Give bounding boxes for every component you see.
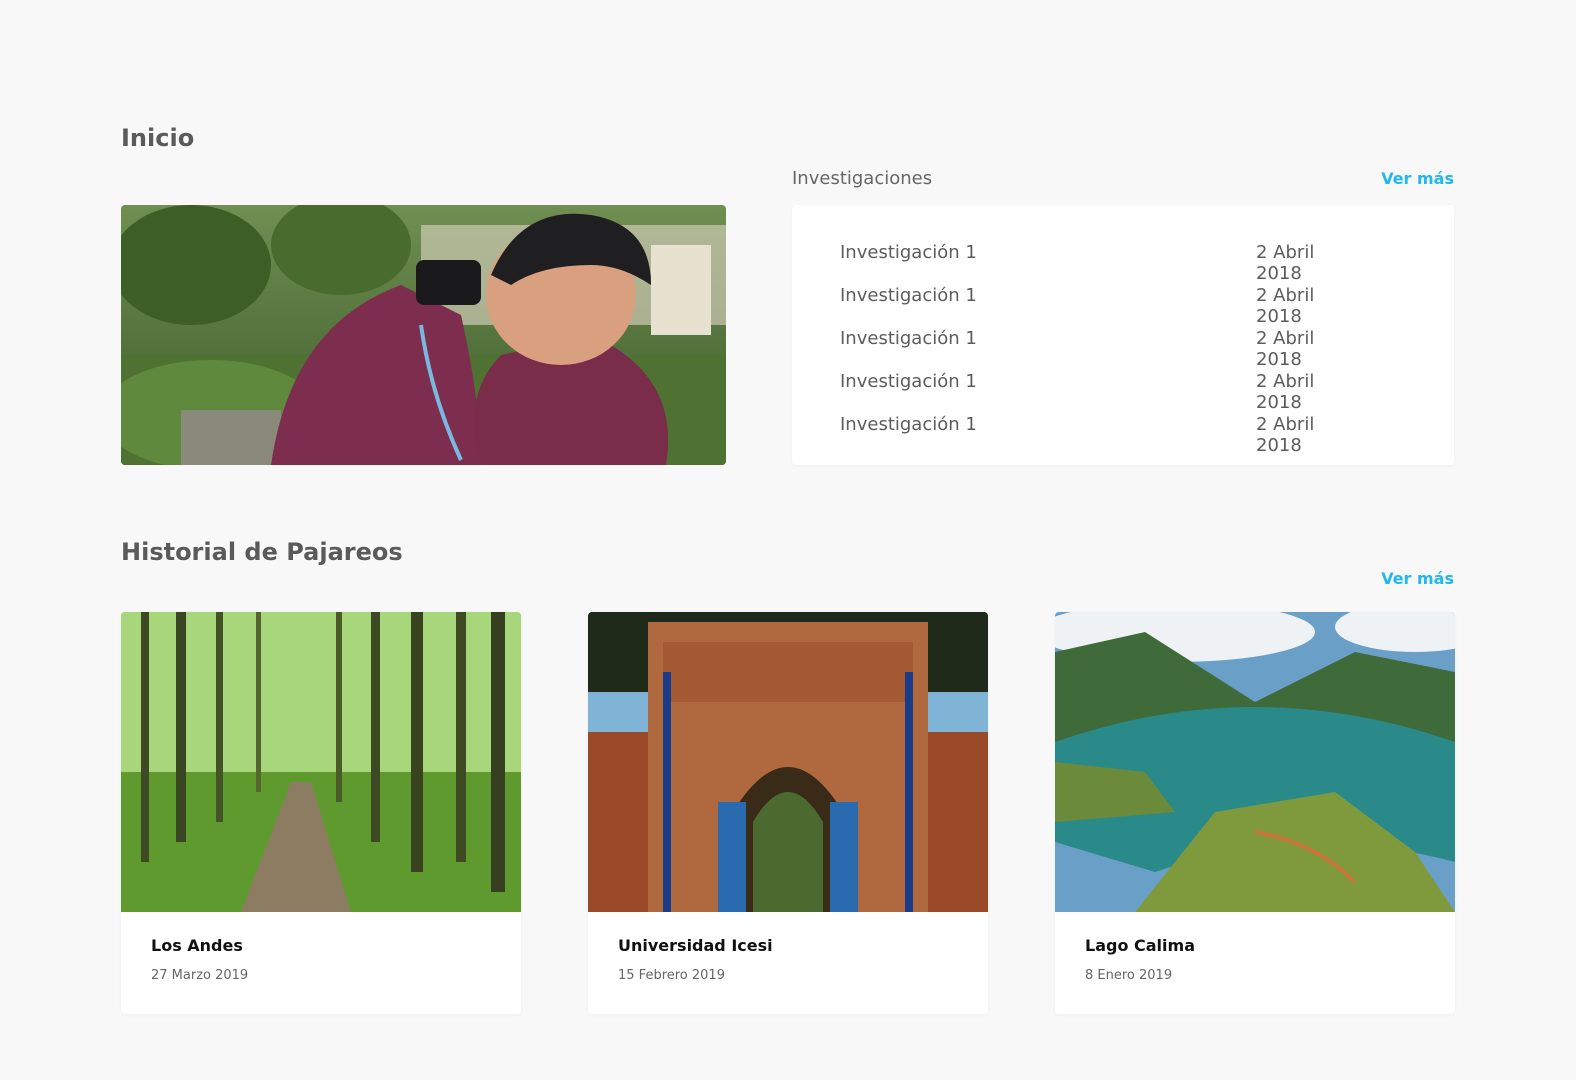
card-date: 27 Marzo 2019 xyxy=(151,968,249,983)
card-date: 8 Enero 2019 xyxy=(1085,968,1173,983)
card-title: Universidad Icesi xyxy=(618,936,773,955)
history-title: Historial de Pajareos xyxy=(121,538,403,566)
mountain-lake-image xyxy=(1055,612,1455,912)
research-name: Investigación 1 xyxy=(840,371,977,392)
forest-path-image xyxy=(121,612,521,912)
brick-arch-building-image xyxy=(588,612,988,912)
research-name: Investigación 1 xyxy=(840,414,977,435)
research-date: 2 Abril 2018 xyxy=(1256,328,1315,370)
history-card-los-andes[interactable]: Los Andes 27 Marzo 2019 xyxy=(121,612,521,1014)
history-more-link[interactable]: Ver más xyxy=(1381,569,1454,588)
hero-image xyxy=(121,205,726,465)
research-more-link[interactable]: Ver más xyxy=(1381,169,1454,188)
research-date: 2 Abril 2018 xyxy=(1256,285,1315,327)
research-name: Investigación 1 xyxy=(840,242,977,263)
card-title: Los Andes xyxy=(151,936,243,955)
research-header: Investigaciones Ver más xyxy=(792,168,1454,192)
research-title: Investigaciones xyxy=(792,168,933,189)
research-date: 2 Abril 2018 xyxy=(1256,242,1315,284)
list-item[interactable]: Investigación 1 2 Abril 2018 xyxy=(840,242,1360,284)
page-title: Inicio xyxy=(121,124,195,152)
research-date: 2 Abril 2018 xyxy=(1256,371,1315,413)
research-name: Investigación 1 xyxy=(840,285,977,306)
research-list: Investigación 1 2 Abril 2018 Investigaci… xyxy=(792,205,1454,465)
card-date: 15 Febrero 2019 xyxy=(618,968,725,983)
list-item[interactable]: Investigación 1 2 Abril 2018 xyxy=(840,285,1360,327)
research-name: Investigación 1 xyxy=(840,328,977,349)
research-date: 2 Abril 2018 xyxy=(1256,414,1315,456)
list-item[interactable]: Investigación 1 2 Abril 2018 xyxy=(840,414,1360,456)
history-card-lago-calima[interactable]: Lago Calima 8 Enero 2019 xyxy=(1055,612,1455,1014)
list-item[interactable]: Investigación 1 2 Abril 2018 xyxy=(840,328,1360,370)
list-item[interactable]: Investigación 1 2 Abril 2018 xyxy=(840,371,1360,413)
history-card-universidad-icesi[interactable]: Universidad Icesi 15 Febrero 2019 xyxy=(588,612,988,1014)
card-title: Lago Calima xyxy=(1085,936,1195,955)
